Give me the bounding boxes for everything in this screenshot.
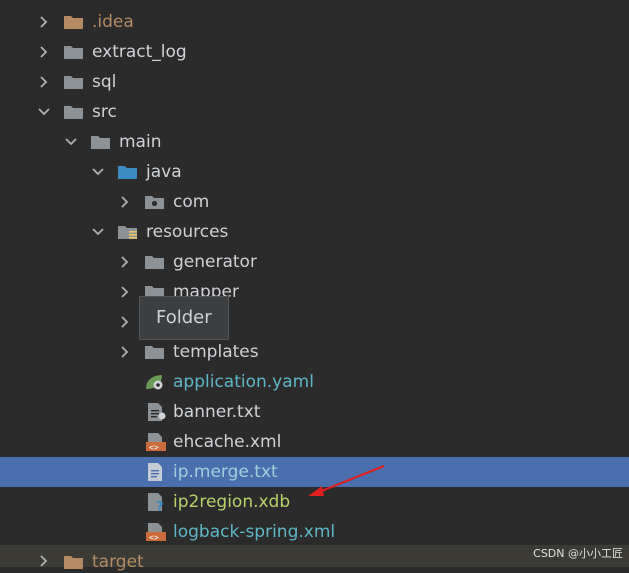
tree-item-templates[interactable]: templates — [0, 337, 629, 367]
package-icon — [144, 193, 166, 211]
tree-item-label: target — [92, 552, 144, 572]
folder-icon — [63, 73, 85, 91]
chevron-right-icon[interactable] — [117, 254, 133, 270]
source-folder-icon — [117, 163, 139, 181]
watermark: CSDN @小小工匠 — [533, 547, 623, 560]
tree-item-label: generator — [173, 252, 257, 272]
tree-item-logback-spring-xml[interactable]: <> logback-spring.xml — [0, 517, 629, 547]
svg-text:?: ? — [156, 500, 164, 511]
tree-item-label: src — [92, 102, 117, 122]
tree-item-label: com — [173, 192, 210, 212]
spring-config-icon — [144, 373, 166, 391]
chevron-right-icon[interactable] — [117, 194, 133, 210]
folder-icon — [144, 343, 166, 361]
clipped-row-top: ~ ~ ~ ~ ~ ~ ~ ~ ~ — [0, 0, 629, 6]
chevron-right-icon[interactable] — [117, 284, 133, 300]
chevron-down-icon[interactable] — [63, 134, 79, 150]
tree-item-label: application.yaml — [173, 372, 314, 392]
chevron-right-icon[interactable] — [117, 344, 133, 360]
tree-item-sql[interactable]: sql — [0, 67, 629, 97]
tree-item-label: extract_log — [92, 42, 187, 62]
tree-item-extract-log[interactable]: extract_log — [0, 37, 629, 67]
tree-item-label: logback-spring.xml — [173, 522, 336, 542]
xml-file-icon: <> — [146, 523, 168, 541]
tree-item-src[interactable]: src — [0, 97, 629, 127]
folder-icon — [63, 553, 85, 571]
tree-item-label: java — [146, 162, 182, 182]
chevron-right-icon[interactable] — [36, 44, 52, 60]
tree-item-label: ip2region.xdb — [173, 492, 291, 512]
svg-text:<>: <> — [149, 533, 159, 541]
chevron-right-icon[interactable] — [36, 14, 52, 30]
tree-item-label: sql — [92, 72, 117, 92]
tree-item-application-yaml[interactable]: application.yaml — [0, 367, 629, 397]
folder-icon — [63, 103, 85, 121]
tree-item-idea[interactable]: .idea — [0, 7, 629, 37]
tree-item-label: ip.merge.txt — [173, 462, 278, 482]
tree-item-label: templates — [173, 342, 259, 362]
text-file-icon — [146, 463, 168, 481]
resources-folder-icon — [117, 223, 139, 241]
tree-item-hidden[interactable] — [0, 307, 629, 337]
folder-icon — [90, 133, 112, 151]
xml-file-icon: <> — [146, 433, 168, 451]
tooltip: Folder — [139, 296, 229, 340]
tree-item-java[interactable]: java — [0, 157, 629, 187]
folder-icon — [63, 43, 85, 61]
folder-icon — [63, 13, 85, 31]
chevron-down-icon[interactable] — [36, 104, 52, 120]
tree-item-label: ehcache.xml — [173, 432, 282, 452]
tree-item-label: main — [119, 132, 162, 152]
tree-item-label: banner.txt — [173, 402, 261, 422]
tree-item-banner-txt[interactable]: banner.txt — [0, 397, 629, 427]
chevron-right-icon[interactable] — [36, 74, 52, 90]
tree-item-resources[interactable]: resources — [0, 217, 629, 247]
annotation-arrow — [308, 464, 385, 496]
tree-item-main[interactable]: main — [0, 127, 629, 157]
tree-item-generator[interactable]: generator — [0, 247, 629, 277]
chevron-right-icon[interactable] — [117, 314, 133, 330]
tree-item-ehcache-xml[interactable]: <> ehcache.xml — [0, 427, 629, 457]
unknown-file-icon: ? — [146, 493, 168, 511]
clipped-text: ~ ~ ~ ~ ~ ~ ~ ~ ~ — [90, 0, 278, 6]
chevron-down-icon[interactable] — [90, 164, 106, 180]
svg-text:<>: <> — [149, 443, 159, 451]
chevron-down-icon[interactable] — [90, 224, 106, 240]
tree-item-label: resources — [146, 222, 229, 242]
folder-icon — [144, 253, 166, 271]
text-file-icon — [146, 403, 168, 421]
tree-item-label: .idea — [92, 12, 134, 32]
tree-item-com[interactable]: com — [0, 187, 629, 217]
tree-item-mapper[interactable]: mapper — [0, 277, 629, 307]
